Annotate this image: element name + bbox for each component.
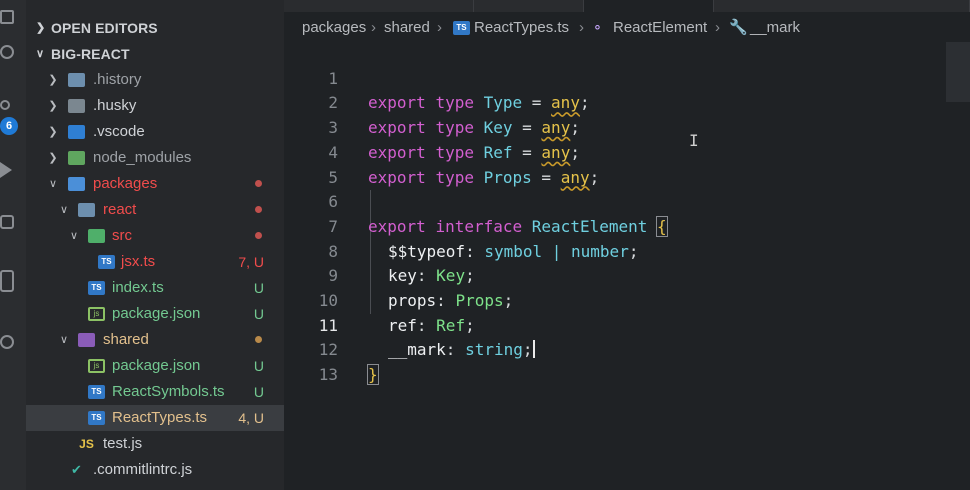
folder-packages-icon — [68, 177, 85, 191]
tree-item-node-modules[interactable]: ❯ node_modules — [26, 145, 284, 171]
remote-explorer-icon[interactable] — [0, 270, 14, 292]
chevron-down-icon: ∨ — [36, 48, 45, 60]
matching-brace: } — [367, 364, 379, 386]
editor-tab-strip — [284, 0, 970, 12]
vscode-window: 6 ❯ OPEN EDITORS ∨ BIG-REACT ❯ .history … — [0, 0, 970, 490]
tree-item-history[interactable]: ❯ .history — [26, 67, 284, 93]
tree-item-index-ts[interactable]: TS index.ts U — [26, 275, 284, 301]
tree-item-packages[interactable]: ∨ packages — [26, 171, 284, 197]
typescript-file-icon: TS — [88, 385, 105, 399]
folder-vscode-icon — [68, 125, 85, 139]
tree-item-shared-package-json[interactable]: js package.json U — [26, 353, 284, 379]
json-file-icon: js — [88, 359, 105, 373]
chevron-right-icon: ❯ — [36, 22, 46, 34]
tree-item-src[interactable]: ∨ src — [26, 223, 284, 249]
code-line-active: 11 __mark: string; — [318, 315, 535, 360]
modified-dot-icon — [255, 336, 262, 343]
wrench-icon: 🔧 — [729, 19, 748, 36]
commitlint-check-icon: ✔ — [71, 462, 82, 477]
chevron-down-icon: ∨ — [48, 178, 58, 190]
chevron-right-icon: ❯ — [48, 100, 58, 112]
tree-item-react-types-ts[interactable]: TS ReactTypes.ts 4, U — [26, 405, 284, 431]
typescript-file-icon: TS — [88, 281, 105, 295]
typescript-file-icon: TS — [88, 411, 105, 425]
code-line: 10 ref: Ref; — [318, 291, 475, 335]
code-line: 5 — [328, 167, 338, 187]
folder-shared-icon — [78, 333, 95, 347]
code-line: 6 export interface ReactElement { — [328, 192, 668, 237]
tree-item-jsx-ts[interactable]: TS jsx.ts 7, U — [26, 249, 284, 275]
breadcrumb-separator-icon: › — [437, 19, 442, 36]
tree-item-shared[interactable]: ∨ shared — [26, 327, 284, 353]
tree-item-test-js[interactable]: JS test.js — [26, 431, 284, 457]
chevron-right-icon: ❯ — [48, 126, 58, 138]
code-line: 4 export type Props = any; — [328, 142, 600, 187]
breadcrumb-separator-icon: › — [579, 19, 584, 36]
breadcrumb-separator-icon: › — [371, 19, 376, 36]
editor-tab[interactable] — [714, 0, 970, 12]
source-control-icon[interactable] — [0, 100, 10, 110]
folder-src-icon — [88, 229, 105, 243]
error-dot-icon — [255, 206, 262, 213]
chevron-right-icon: ❯ — [48, 152, 58, 164]
typescript-file-icon: TS — [98, 255, 115, 269]
settings-gear-icon[interactable] — [0, 335, 14, 349]
run-debug-icon[interactable] — [0, 162, 12, 178]
tree-item-react-symbols-ts[interactable]: TS ReactSymbols.ts U — [26, 379, 284, 405]
extensions-icon[interactable] — [0, 215, 14, 229]
code-line: 2 export type Key = any; — [328, 93, 580, 138]
breadcrumb-shared[interactable]: shared — [384, 15, 430, 41]
folder-node-icon — [68, 151, 85, 165]
error-dot-icon — [255, 180, 262, 187]
folder-icon — [68, 73, 85, 87]
code-line: 12 } — [318, 340, 379, 386]
folder-icon — [78, 203, 95, 217]
tree-item-react[interactable]: ∨ react — [26, 197, 284, 223]
explorer-sidebar: ❯ OPEN EDITORS ∨ BIG-REACT ❯ .history ❯ … — [26, 0, 284, 490]
search-icon[interactable] — [0, 45, 14, 59]
editor-pane: packages › shared › TS ReactTypes.ts › ⚬… — [284, 0, 970, 490]
chevron-down-icon: ∨ — [59, 334, 69, 346]
code-line: 1 export type Type = any; — [328, 68, 590, 113]
breadcrumb-interface[interactable]: ReactElement — [613, 15, 707, 41]
interface-symbol-icon: ⚬ — [592, 20, 603, 35]
json-file-icon: js — [88, 307, 105, 321]
open-editors-header[interactable]: ❯ OPEN EDITORS — [26, 17, 284, 39]
breadcrumb-field[interactable]: __mark — [750, 15, 800, 41]
error-dot-icon — [255, 232, 262, 239]
breadcrumb-file[interactable]: ReactTypes.ts — [474, 15, 569, 41]
chevron-down-icon: ∨ — [59, 204, 69, 216]
activity-bar: 6 — [0, 0, 26, 490]
typescript-file-icon: TS — [453, 21, 470, 35]
project-header[interactable]: ∨ BIG-REACT — [26, 43, 284, 65]
breadcrumb-packages[interactable]: packages — [302, 15, 366, 41]
tree-item-vscode[interactable]: ❯ .vscode — [26, 119, 284, 145]
tree-item-commitlintrc[interactable]: ✔ .commitlintrc.js — [26, 457, 284, 483]
files-icon[interactable] — [0, 10, 14, 24]
code-line: 3 export type Ref = any; — [328, 118, 580, 162]
chevron-right-icon: ❯ — [48, 74, 58, 86]
breadcrumb: packages › shared › TS ReactTypes.ts › ⚬… — [284, 15, 970, 41]
folder-gear-icon — [68, 99, 85, 113]
editor-tab[interactable] — [474, 0, 584, 12]
editor-tab[interactable] — [284, 0, 474, 12]
code-line: 9 props: Props; — [328, 266, 514, 310]
tree-item-husky[interactable]: ❯ .husky — [26, 93, 284, 119]
chevron-down-icon: ∨ — [69, 230, 79, 242]
source-control-badge: 6 — [0, 117, 18, 135]
code-line: 8 key: Key; — [328, 241, 475, 286]
tree-item-react-package-json[interactable]: js package.json U — [26, 301, 284, 327]
javascript-file-icon: JS — [79, 437, 94, 451]
breadcrumb-separator-icon: › — [715, 19, 720, 36]
code-line: 13 — [318, 365, 338, 385]
mouse-ibeam-icon: I — [689, 131, 699, 150]
code-line: 7 $$typeof: symbol | number; — [328, 216, 639, 261]
editor-tab-active[interactable] — [584, 0, 714, 12]
